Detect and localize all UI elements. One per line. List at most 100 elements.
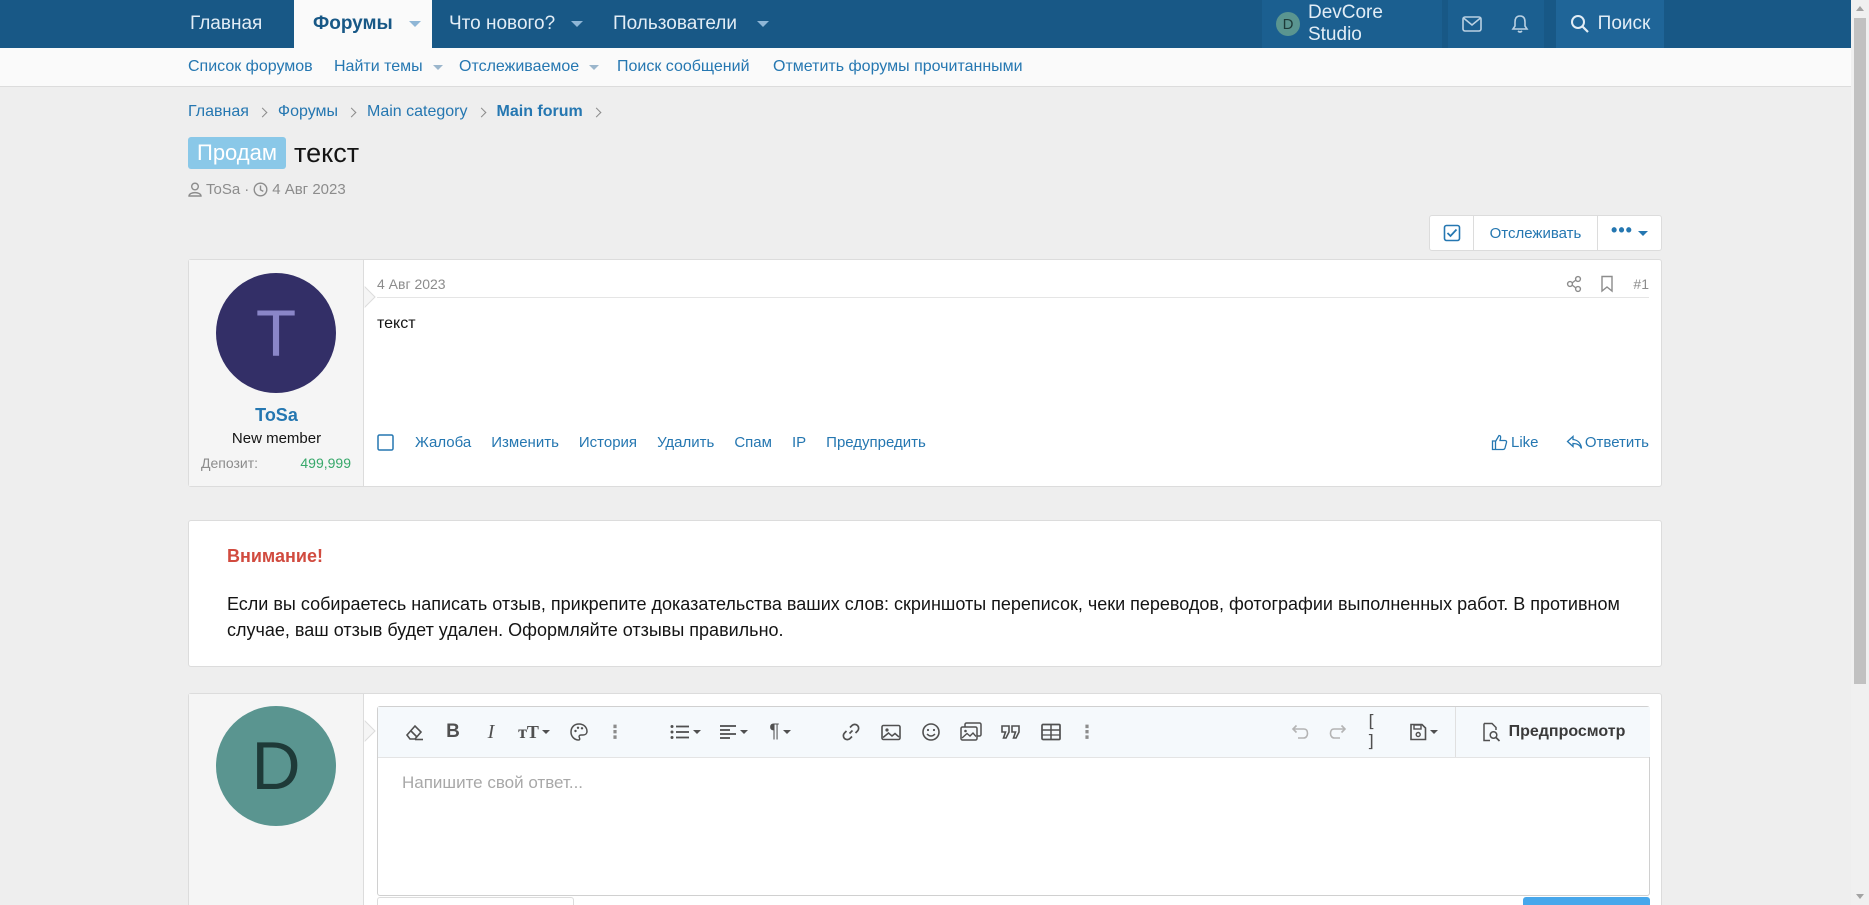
nav-forums[interactable]: Форумы (294, 0, 397, 48)
nav-whats-new[interactable]: Что нового? (449, 0, 584, 48)
delete-link[interactable]: Удалить (657, 434, 714, 451)
history-link[interactable]: История (579, 434, 637, 451)
paragraph-button[interactable]: ¶ (762, 720, 798, 744)
post-actions: Жалоба Изменить История Удалить Спам IP … (377, 434, 946, 451)
preview-button[interactable]: Предпросмотр (1455, 707, 1650, 757)
chevron-down-icon (1637, 230, 1648, 236)
select-post-checkbox[interactable] (377, 434, 394, 451)
reply-icon (1566, 435, 1583, 449)
subnav-mark-read[interactable]: Отметить форумы прочитанными (773, 58, 1023, 76)
breadcrumb-category[interactable]: Main category (367, 103, 468, 121)
chevron-down-icon[interactable] (757, 21, 770, 27)
list-button[interactable] (666, 720, 704, 744)
italic-button[interactable]: I (478, 720, 504, 744)
reply-user-cell: D (189, 694, 364, 905)
subnav-search-messages[interactable]: Поиск сообщений (617, 58, 750, 76)
align-button[interactable] (714, 720, 752, 744)
thread-actions: Отслеживать ••• (1429, 215, 1662, 251)
save-icon (1409, 723, 1426, 741)
chevron-down-icon[interactable] (432, 64, 443, 70)
attach-files-button[interactable] (377, 897, 574, 905)
report-link[interactable]: Жалоба (415, 434, 471, 451)
chevron-down-icon[interactable] (589, 64, 600, 70)
alerts-button[interactable] (1496, 0, 1544, 48)
share-icon[interactable] (1565, 275, 1583, 293)
scroll-thumb[interactable] (1854, 18, 1866, 684)
undo-button[interactable] (1286, 720, 1312, 744)
remove-format-button[interactable] (402, 720, 428, 744)
breadcrumb-forum[interactable]: Main forum (497, 103, 583, 121)
image-icon (881, 724, 901, 740)
subnav-watched[interactable]: Отслеживаемое (459, 58, 600, 76)
select-thread-button[interactable] (1430, 216, 1474, 250)
reply-button[interactable]: Ответить (1566, 434, 1649, 451)
nav-forums-dropdown[interactable] (397, 0, 432, 48)
more-insert-options-button[interactable]: ⋮ (1074, 720, 1100, 744)
quote-button[interactable] (998, 720, 1024, 744)
post-date[interactable]: 4 Авг 2023 (377, 276, 446, 292)
watch-button[interactable]: Отслеживать (1474, 216, 1598, 250)
page-scrollbar[interactable] (1851, 0, 1869, 905)
search-label: Поиск (1597, 13, 1651, 34)
search-button[interactable]: Поиск (1556, 0, 1664, 48)
like-button[interactable]: Like (1491, 434, 1539, 451)
link-button[interactable] (838, 720, 864, 744)
media-button[interactable] (958, 720, 984, 744)
breadcrumb-home[interactable]: Главная (188, 103, 249, 121)
post-number[interactable]: #1 (1633, 276, 1649, 292)
thread-title-row: Продам текст (188, 137, 359, 169)
redo-button[interactable] (1326, 720, 1352, 744)
table-button[interactable] (1038, 720, 1064, 744)
thread-author[interactable]: ToSa (206, 181, 240, 198)
account-link[interactable]: D DevCore Studio (1262, 0, 1442, 48)
thread-date[interactable]: 4 Авг 2023 (272, 181, 346, 198)
notice-text: Если вы собираетесь написать отзыв, прик… (227, 594, 1620, 640)
spam-link[interactable]: Спам (734, 434, 772, 451)
reply-editor: B I тT ⋮ ¶ ⋮ [] Предпросмотр Напишите с… (377, 706, 1650, 896)
smiley-icon (922, 723, 940, 741)
post-reply-button[interactable] (1523, 897, 1650, 905)
scroll-up-arrow[interactable] (1856, 6, 1864, 11)
reply-input[interactable]: Напишите свой ответ... (402, 773, 583, 793)
thread-prefix[interactable]: Продам (188, 137, 286, 169)
thread-meta: ToSa · 4 Авг 2023 (188, 181, 346, 198)
bold-button[interactable]: B (440, 720, 466, 744)
emoji-button[interactable] (918, 720, 944, 744)
chevron-down-icon (1429, 730, 1438, 734)
subnav-find-threads[interactable]: Найти темы (334, 58, 443, 76)
warn-link[interactable]: Предупредить (826, 434, 926, 451)
nav-forums-label: Форумы (313, 13, 393, 34)
brackets-icon: [ ] (1366, 712, 1377, 752)
post-username[interactable]: ToSa (189, 405, 364, 426)
drafts-button[interactable] (1404, 720, 1442, 744)
more-options-button[interactable]: ••• (1598, 216, 1661, 250)
clock-icon (253, 182, 268, 197)
eraser-icon (405, 724, 423, 741)
notice-heading: Внимание! (227, 546, 323, 566)
chevron-right-icon (257, 107, 268, 117)
scroll-down-arrow[interactable] (1856, 894, 1864, 899)
editor-toolbar: B I тT ⋮ ¶ ⋮ [] Предпросмотр (378, 707, 1650, 758)
breadcrumb-forums[interactable]: Форумы (278, 103, 338, 121)
italic-icon: I (487, 720, 495, 743)
image-button[interactable] (878, 720, 904, 744)
more-text-options-button[interactable]: ⋮ (602, 720, 628, 744)
color-button[interactable] (566, 720, 592, 744)
avatar[interactable]: D (216, 706, 336, 826)
font-size-button[interactable]: тT (514, 720, 554, 744)
nav-home[interactable]: Главная (190, 0, 262, 48)
bookmark-icon[interactable] (1600, 275, 1614, 293)
conversations-button[interactable] (1448, 0, 1496, 48)
post-user-cell: T ToSa New member Депозит: 499,999 (189, 260, 364, 486)
nav-members[interactable]: Пользователи (613, 0, 770, 48)
ip-link[interactable]: IP (792, 434, 806, 451)
edit-link[interactable]: Изменить (491, 434, 559, 451)
subnav-forum-list[interactable]: Список форумов (188, 58, 313, 76)
chevron-right-icon (591, 107, 602, 117)
nav-members-label: Пользователи (613, 13, 738, 34)
list-icon (670, 725, 689, 739)
avatar[interactable]: T (216, 273, 336, 393)
chevron-down-icon[interactable] (571, 21, 584, 27)
chevron-right-icon (476, 107, 486, 117)
bbcode-toggle-button[interactable]: [ ] (1366, 712, 1392, 752)
